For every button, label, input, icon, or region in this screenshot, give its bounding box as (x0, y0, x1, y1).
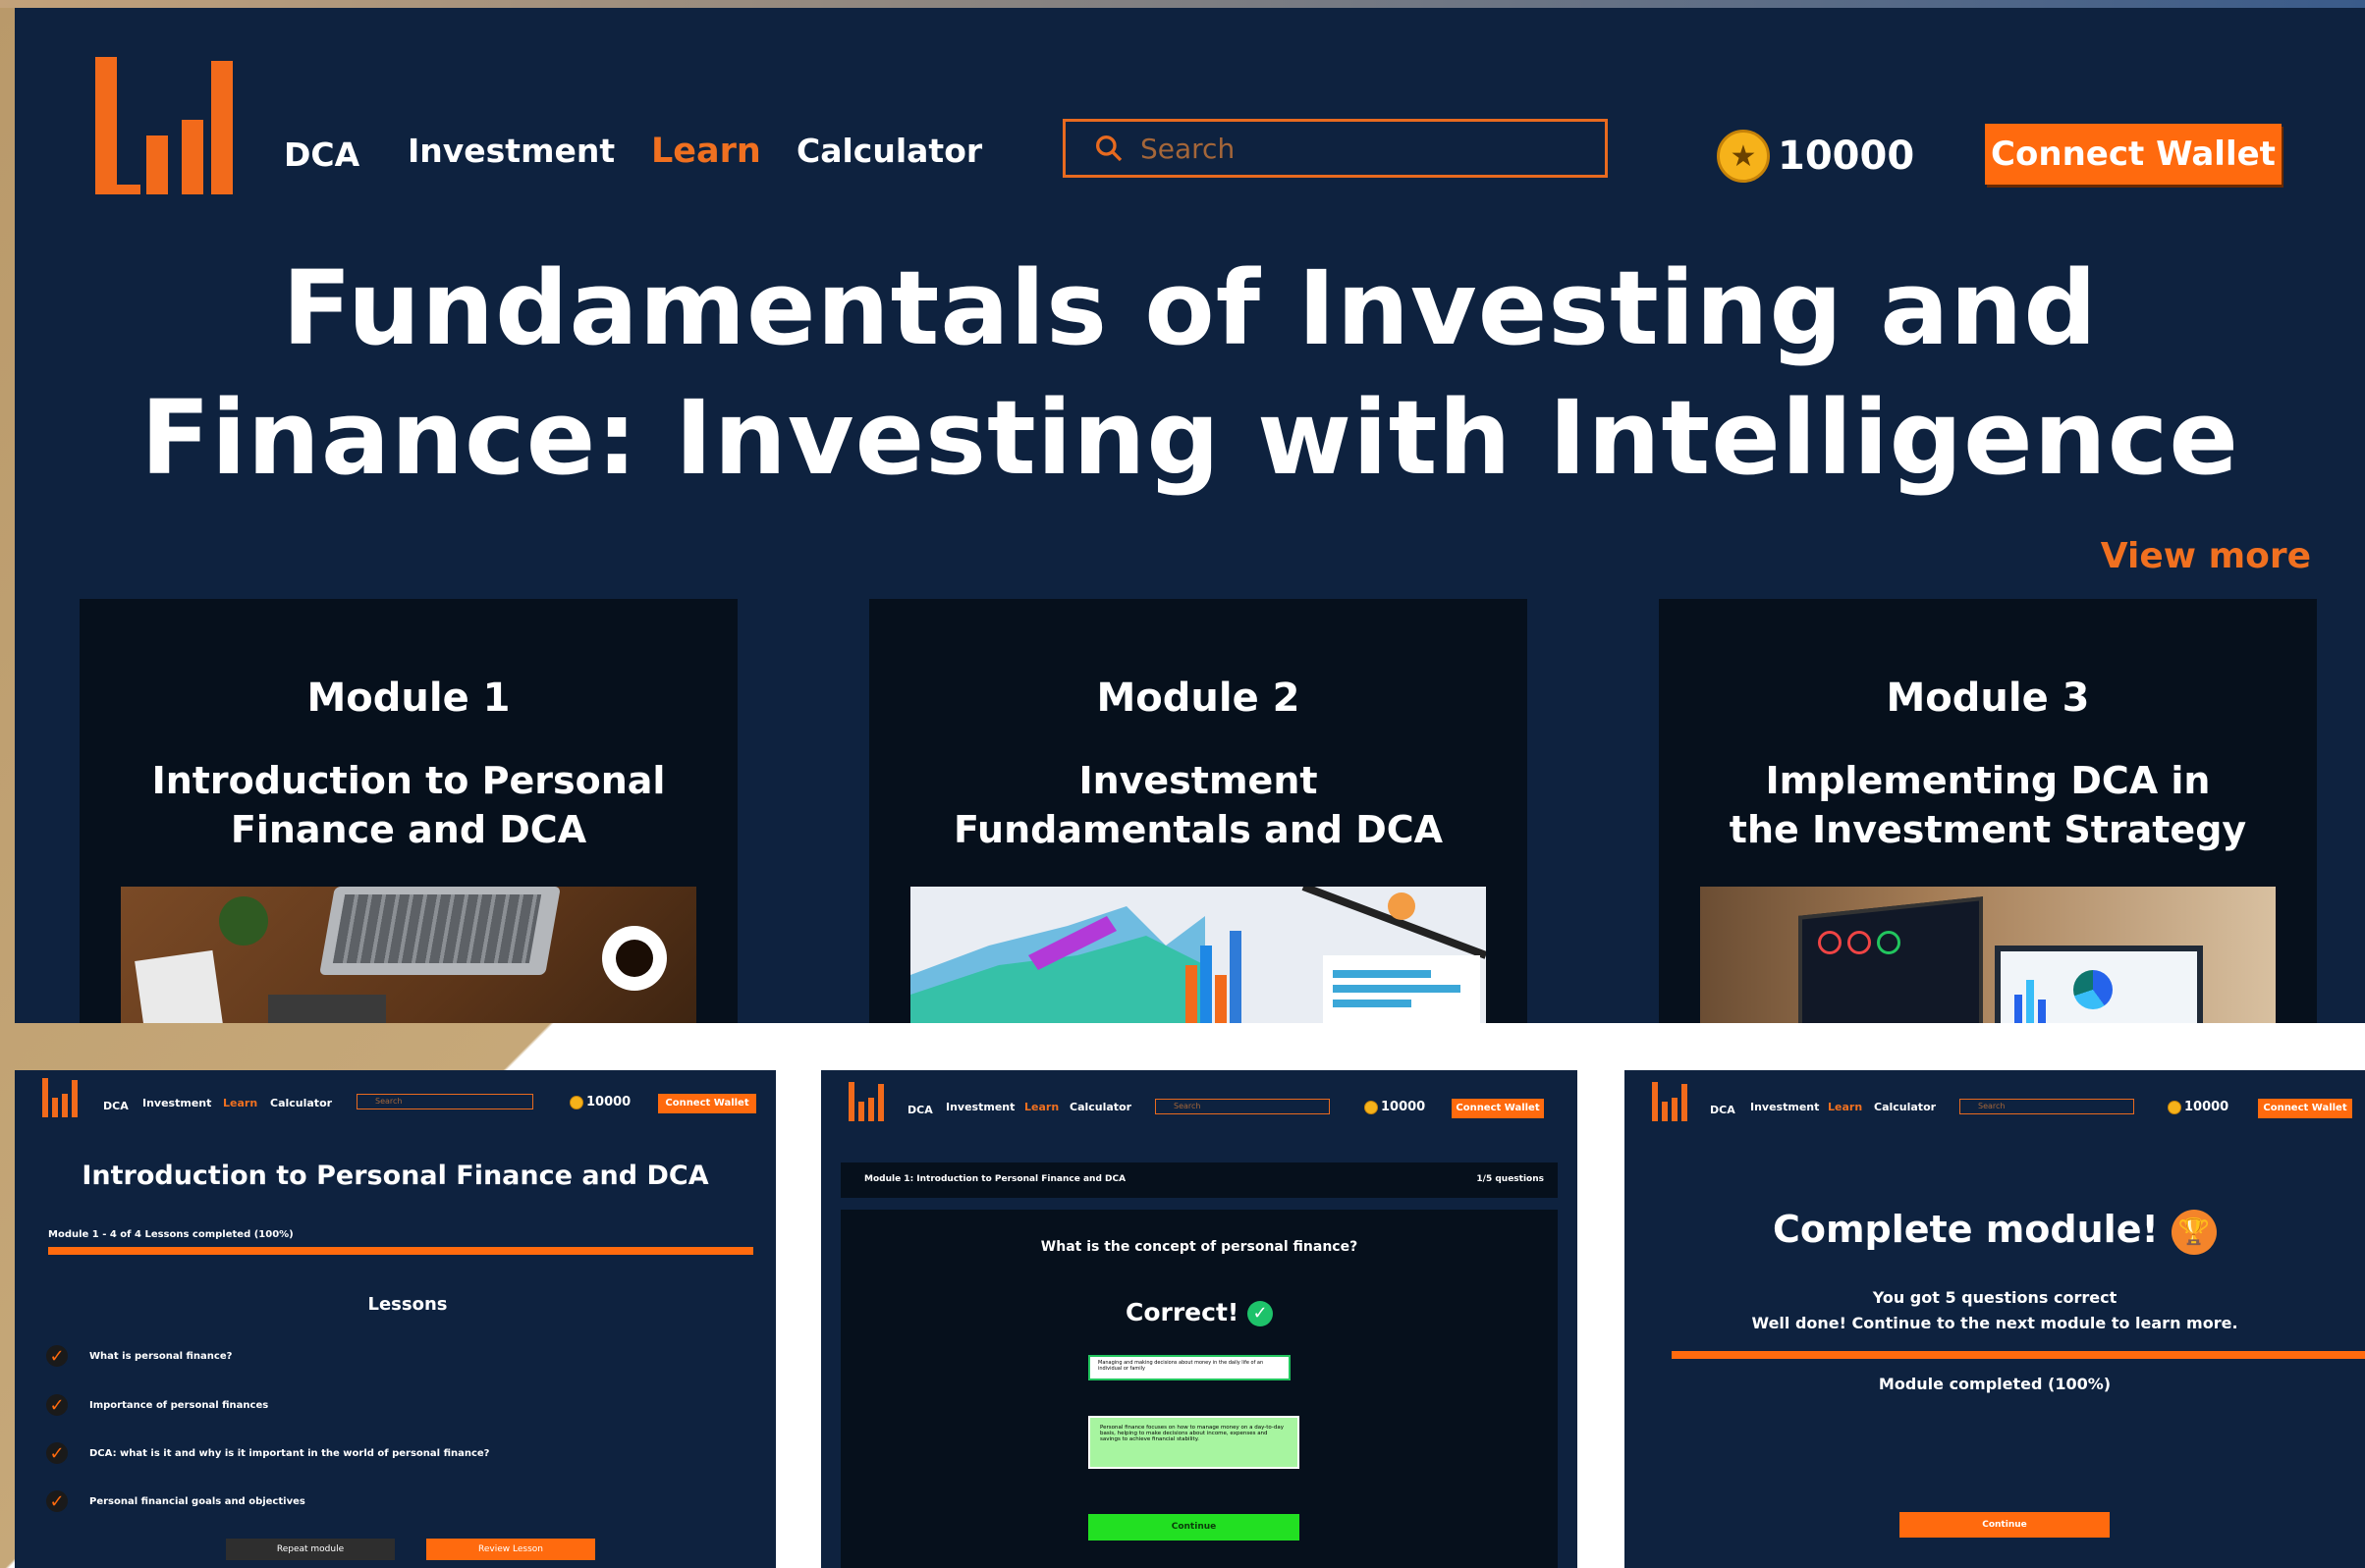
nav-investment[interactable]: Investment (142, 1097, 211, 1109)
nav-dca[interactable]: DCA (908, 1104, 933, 1116)
mini-nav: DCA Investment Learn Calculator Search 1… (821, 1070, 1577, 1129)
coin-balance: ★ 10000 (1717, 130, 1914, 183)
lessons-panel: DCA Investment Learn Calculator Search 1… (15, 1070, 776, 1568)
module-image-dashboard (1700, 887, 2276, 1023)
mini-logo[interactable] (849, 1082, 884, 1121)
coin-icon: ★ (1717, 130, 1770, 183)
check-icon: ✓ (46, 1345, 68, 1367)
coin-balance: 10000 (570, 1095, 631, 1109)
view-more-link[interactable]: View more (2101, 536, 2311, 576)
connect-wallet-button[interactable]: Connect Wallet (1452, 1099, 1544, 1118)
module-image-desk (121, 887, 696, 1023)
search-input[interactable]: Search (1155, 1099, 1330, 1114)
check-icon: ✓ (46, 1394, 68, 1416)
module-card-2[interactable]: Module 2 Investment Fundamentals and DCA (869, 599, 1527, 1023)
coin-amount: 10000 (1778, 134, 1915, 179)
lesson-item[interactable]: ✓ What is personal finance? (46, 1345, 232, 1367)
check-icon: ✓ (46, 1490, 68, 1512)
module-subtitle: Introduction to Personal Finance and DCA (151, 759, 666, 851)
progress-fill (1672, 1351, 2365, 1359)
mini-logo[interactable] (42, 1078, 78, 1117)
coin-icon (2168, 1100, 2181, 1114)
lesson-item[interactable]: ✓ Personal financial goals and objectives (46, 1490, 305, 1512)
score-text: You got 5 questions correct (1872, 1288, 2118, 1307)
module-image-charts (910, 887, 1486, 1023)
charts-illustration (910, 887, 1486, 1023)
search-icon (1096, 135, 1123, 162)
progress-bar (48, 1247, 753, 1255)
nav-investment[interactable]: Investment (408, 132, 615, 170)
complete-panel: DCA Investment Learn Calculator Search 1… (1624, 1070, 2365, 1568)
progress-bar (1672, 1351, 2365, 1359)
module-subtitle: Investment Fundamentals and DCA (953, 759, 1444, 851)
logo[interactable] (95, 57, 233, 194)
main-screen: DCA Investment Learn Calculator Search ★… (15, 8, 2365, 1023)
nav-dca[interactable]: DCA (284, 135, 359, 174)
repeat-module-button[interactable]: Repeat module (226, 1539, 395, 1560)
question-text: What is the concept of personal finance? (1040, 1239, 1358, 1255)
quiz-count: 1/5 questions (1476, 1174, 1544, 1184)
nav-learn[interactable]: Learn (651, 132, 761, 171)
nav-learn[interactable]: Learn (223, 1097, 257, 1109)
search-input[interactable]: Search (1959, 1099, 2134, 1114)
answer-option-correct[interactable]: Personal finance focuses on how to manag… (1088, 1416, 1299, 1469)
module-title: Module 1 (306, 676, 511, 721)
top-strip (0, 0, 2365, 8)
nav-investment[interactable]: Investment (946, 1101, 1015, 1113)
complete-title: Complete module! 🏆 (1624, 1208, 2365, 1255)
module-title: Module 2 (1096, 676, 1300, 721)
lesson-item[interactable]: ✓ DCA: what is it and why is it important… (46, 1442, 489, 1464)
coin-icon (1364, 1100, 1378, 1114)
module-card-1[interactable]: Module 1 Introduction to Personal Finance… (80, 599, 738, 1023)
trophy-icon: 🏆 (2172, 1209, 2218, 1255)
nav-calculator[interactable]: Calculator (1070, 1101, 1131, 1113)
mini-nav: DCA Investment Learn Calculator Search 1… (1624, 1070, 2365, 1129)
progress-fill (48, 1247, 753, 1255)
mini-nav: DCA Investment Learn Calculator Search 1… (15, 1070, 776, 1129)
coin-balance: 10000 (2168, 1100, 2228, 1114)
module-status: Module completed (100%) (1878, 1375, 2112, 1393)
title-line-1: Fundamentals of Investing and (282, 248, 2098, 368)
module-subtitle: Implementing DCA in the Investment Strate… (1729, 759, 2247, 851)
nav-calculator[interactable]: Calculator (797, 132, 982, 170)
search-input[interactable]: Search (357, 1094, 533, 1109)
encourage-text: Well done! Continue to the next module t… (1751, 1314, 2238, 1332)
answer-option[interactable]: Managing and making decisions about mone… (1088, 1355, 1291, 1380)
module-title: Module 3 (1886, 676, 2090, 721)
page-title: Fundamentals of Investing and Finance: I… (15, 243, 2365, 503)
continue-button[interactable]: Continue (1899, 1512, 2110, 1538)
quiz-panel: DCA Investment Learn Calculator Search 1… (821, 1070, 1577, 1568)
mini-logo[interactable] (1652, 1082, 1687, 1121)
connect-wallet-button[interactable]: Connect Wallet (1985, 124, 2282, 185)
coin-icon (570, 1095, 583, 1109)
progress-text: Module 1 - 4 of 4 Lessons completed (100… (48, 1229, 294, 1240)
lesson-item[interactable]: ✓ Importance of personal finances (46, 1394, 268, 1416)
title-line-2: Finance: Investing with Intelligence (140, 378, 2239, 498)
check-icon: ✓ (46, 1442, 68, 1464)
continue-button[interactable]: Continue (1088, 1514, 1299, 1541)
coin-balance: 10000 (1364, 1100, 1425, 1114)
nav-learn[interactable]: Learn (1828, 1101, 1862, 1113)
connect-wallet-button[interactable]: Connect Wallet (2258, 1099, 2352, 1118)
module-card-3[interactable]: Module 3 Implementing DCA in the Investme… (1659, 599, 2317, 1023)
nav-calculator[interactable]: Calculator (270, 1097, 332, 1109)
nav-dca[interactable]: DCA (1710, 1104, 1735, 1116)
result-label: Correct! ✓ (841, 1298, 1558, 1326)
nav-dca[interactable]: DCA (103, 1100, 129, 1112)
nav-learn[interactable]: Learn (1024, 1101, 1059, 1113)
nav-investment[interactable]: Investment (1750, 1101, 1819, 1113)
search-placeholder: Search (1140, 132, 1236, 165)
quiz-header: Module 1: Introduction to Personal Finan… (841, 1162, 1558, 1198)
lessons-heading: Lessons (367, 1294, 448, 1315)
nav-calculator[interactable]: Calculator (1874, 1101, 1936, 1113)
connect-wallet-button[interactable]: Connect Wallet (658, 1094, 756, 1113)
lesson-title: Introduction to Personal Finance and DCA (82, 1161, 709, 1191)
search-input[interactable]: Search (1063, 119, 1608, 178)
quiz-module-label: Module 1: Introduction to Personal Finan… (864, 1174, 1127, 1184)
review-lesson-button[interactable]: Review Lesson (426, 1539, 595, 1560)
quiz-card: What is the concept of personal finance?… (841, 1210, 1558, 1568)
check-circle-icon: ✓ (1247, 1301, 1274, 1326)
